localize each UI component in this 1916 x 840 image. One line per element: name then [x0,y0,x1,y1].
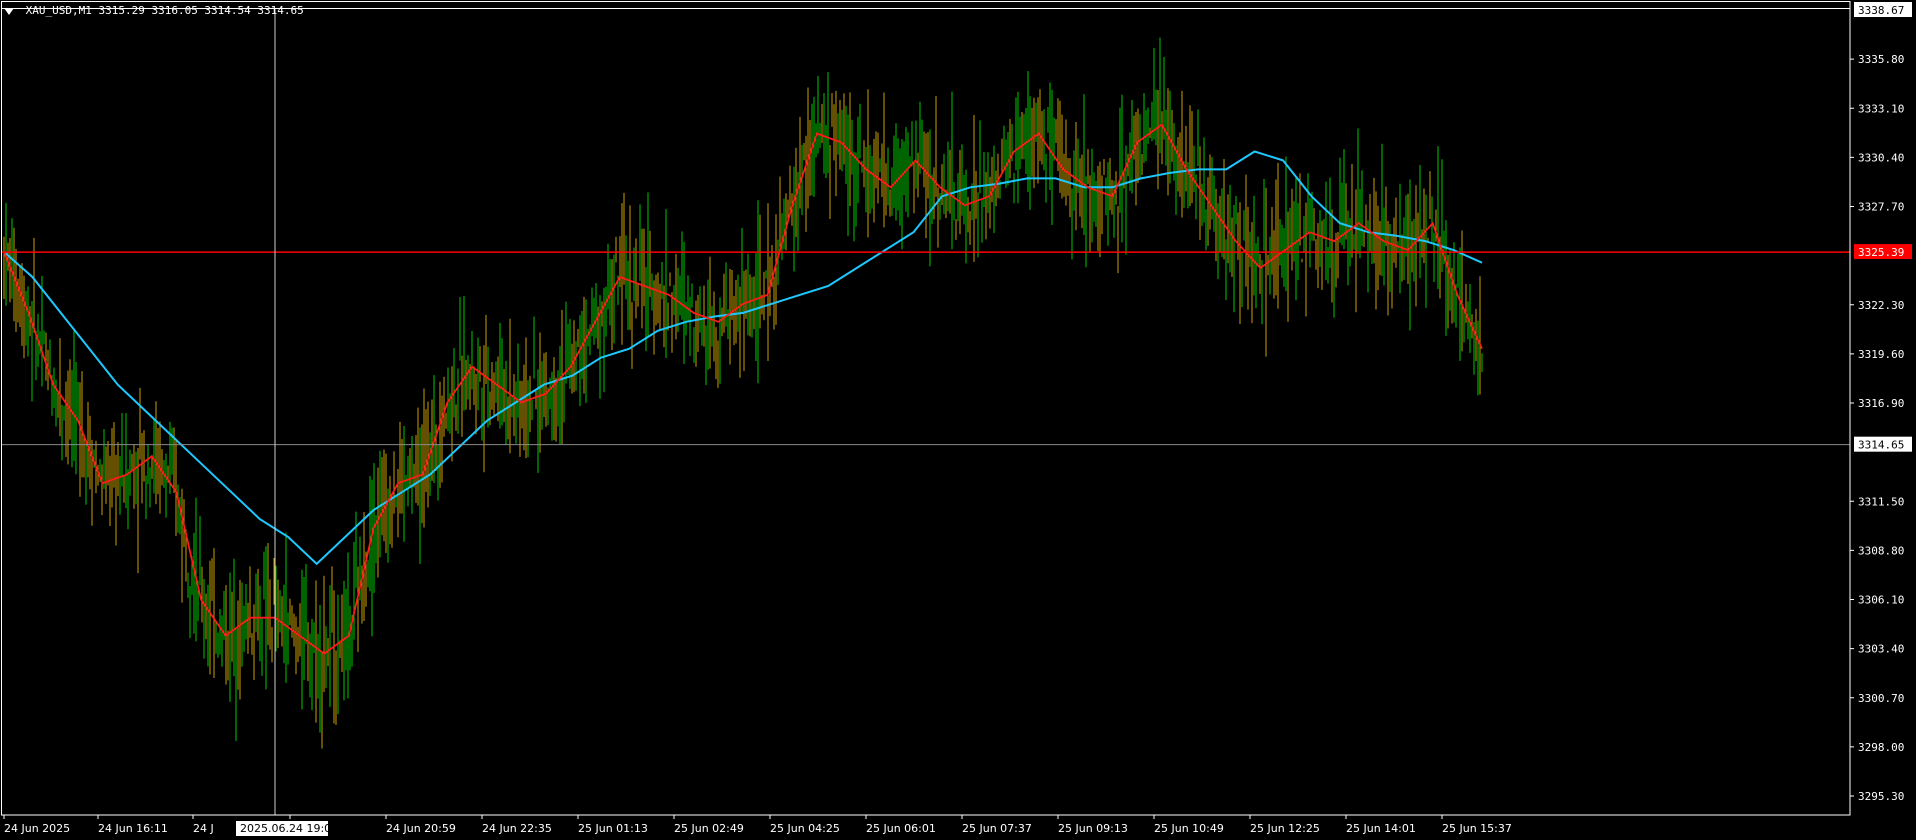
y-tick-label: 3311.50 [1858,495,1904,508]
x-tick-label: 25 Jun 14:01 [1346,822,1416,835]
chart-background [0,0,1916,840]
y-tick-label: 3316.90 [1858,397,1904,410]
x-tick-label: 25 Jun 10:49 [1154,822,1224,835]
y-tick-label: 3319.60 [1858,348,1904,361]
x-tick-label: 25 Jun 01:13 [578,822,648,835]
y-tick-label: 3308.80 [1858,544,1904,557]
x-tick-label: 24 J [193,822,214,835]
x-tick-label: 24 Jun 16:11 [98,822,168,835]
crosshair-date-label: 2025.06.24 19:06 [240,822,338,835]
y-tick-label: 3330.40 [1858,151,1904,164]
y-tick-label: 3300.70 [1858,692,1904,705]
y-tick-label: 3338.67 [1858,4,1904,17]
price-chart[interactable]: 3338.67 3335.80 3333.10 3330.40 3327.70 3325.… [0,0,1916,840]
x-tick-label: 25 Jun 02:49 [674,822,744,835]
x-tick-label: 24 Jun 2025 [4,822,70,835]
x-tick-label: 25 Jun 06:01 [866,822,936,835]
x-tick-label: 25 Jun 04:25 [770,822,840,835]
y-tick-label: 3303.40 [1858,643,1904,656]
collapse-triangle-icon[interactable] [4,7,14,15]
y-tick-label: 3327.70 [1858,201,1904,214]
x-tick-label: 24 Jun 22:35 [482,822,552,835]
symbol-ohlc-text: XAU_USD,M1 3315.29 3316.05 3314.54 3314.… [25,4,304,17]
y-tick-label: 3322.30 [1858,299,1904,312]
x-tick-label: 24 Jun 20:59 [386,822,456,835]
y-tick-label: 3335.80 [1858,53,1904,66]
x-tick-label: 25 Jun 09:13 [1058,822,1128,835]
y-tick-label: 3325.39 [1858,246,1904,259]
x-tick-label: 25 Jun 12:25 [1250,822,1320,835]
y-tick-label: 3295.30 [1858,790,1904,803]
x-tick-label: 25 Jun 15:37 [1442,822,1512,835]
y-tick-label: 3314.65 [1858,439,1904,452]
y-tick-label: 3306.10 [1858,594,1904,607]
chart-header: XAU_USD,M1 3315.29 3316.05 3314.54 3314.… [4,4,304,17]
y-tick-label: 3333.10 [1858,102,1904,115]
x-tick-label: 25 Jun 07:37 [962,822,1032,835]
y-tick-label: 3298.00 [1858,741,1904,754]
